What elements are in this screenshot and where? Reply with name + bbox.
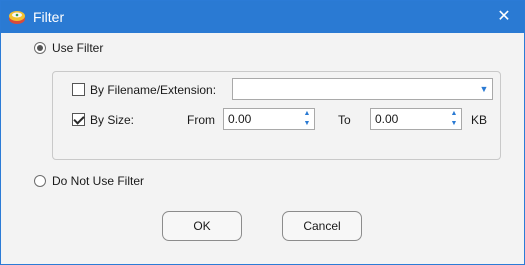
by-filename-checkbox[interactable]: [72, 83, 85, 96]
close-button[interactable]: ✕: [494, 7, 514, 27]
size-from-input[interactable]: 0.00 ▲ ▼: [223, 108, 315, 130]
size-unit-label: KB: [471, 113, 488, 127]
title-bar[interactable]: Filter ✕: [1, 1, 524, 33]
spin-up-icon[interactable]: ▲: [447, 109, 461, 119]
spin-down-icon[interactable]: ▼: [300, 119, 314, 129]
size-from-stepper[interactable]: ▲ ▼: [300, 109, 314, 129]
from-label: From: [187, 113, 215, 127]
by-filename-label[interactable]: By Filename/Extension:: [90, 83, 216, 97]
size-from-value: 0.00: [228, 112, 252, 126]
cancel-button[interactable]: Cancel: [282, 211, 362, 241]
by-size-label[interactable]: By Size:: [90, 113, 134, 127]
by-size-checkbox[interactable]: [72, 113, 85, 126]
spin-up-icon[interactable]: ▲: [300, 109, 314, 119]
size-to-value: 0.00: [375, 112, 399, 126]
dialog-title: Filter: [33, 9, 65, 25]
filename-extension-combobox[interactable]: ▼: [232, 78, 493, 100]
chevron-down-icon[interactable]: ▼: [476, 79, 492, 99]
do-not-use-filter-label[interactable]: Do Not Use Filter: [52, 174, 144, 188]
do-not-use-filter-radio[interactable]: [34, 175, 46, 187]
use-filter-label[interactable]: Use Filter: [52, 41, 103, 55]
close-icon: ✕: [497, 8, 511, 25]
spin-down-icon[interactable]: ▼: [447, 119, 461, 129]
size-to-input[interactable]: 0.00 ▲ ▼: [370, 108, 462, 130]
size-to-stepper[interactable]: ▲ ▼: [447, 109, 461, 129]
use-filter-radio[interactable]: [34, 42, 46, 54]
app-drive-icon: [9, 11, 25, 24]
ok-button[interactable]: OK: [162, 211, 242, 241]
filter-dialog: Filter ✕ Use Filter By Filename/Extensio…: [0, 0, 525, 265]
to-label: To: [338, 113, 351, 127]
